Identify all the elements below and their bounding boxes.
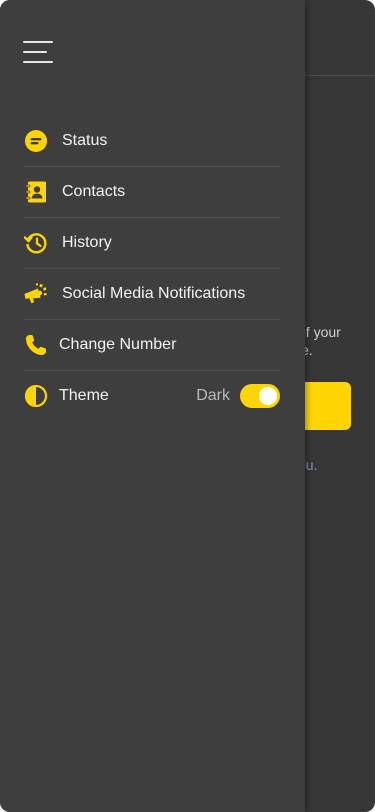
- menu-item-history[interactable]: History: [24, 218, 280, 269]
- menu-item-contacts[interactable]: Contacts: [24, 167, 280, 218]
- history-clock-icon: [24, 231, 48, 255]
- menu-item-status[interactable]: Status: [24, 116, 280, 167]
- hamburger-icon-line: [23, 51, 47, 53]
- megaphone-icon: [24, 282, 48, 306]
- theme-control: Dark: [196, 384, 280, 408]
- menu-item-label: Theme: [59, 387, 109, 404]
- menu-item-label: Social Media Notifications: [62, 285, 246, 302]
- status-icon: [24, 129, 48, 153]
- menu-item-label: Contacts: [62, 183, 126, 200]
- app-screen: of your le. ou. Status Contacts History …: [0, 0, 375, 812]
- contacts-book-icon: [24, 180, 48, 204]
- drawer-menu: Status Contacts History Social Media Not…: [24, 116, 280, 421]
- menu-item-label: History: [62, 234, 112, 251]
- half-circle-theme-icon: [24, 384, 48, 408]
- theme-value-label: Dark: [196, 387, 230, 404]
- menu-item-label: Change Number: [59, 336, 177, 353]
- toggle-knob: [259, 387, 277, 405]
- menu-item-social-media-notifications[interactable]: Social Media Notifications: [24, 269, 280, 320]
- hamburger-icon-line: [23, 61, 53, 63]
- theme-toggle-switch[interactable]: [240, 384, 280, 408]
- phone-icon: [24, 333, 48, 357]
- hamburger-icon-line: [23, 41, 53, 43]
- navigation-drawer: Status Contacts History Social Media Not…: [0, 0, 305, 812]
- menu-item-label: Status: [62, 132, 108, 149]
- hamburger-menu-button[interactable]: [23, 40, 55, 64]
- menu-item-change-number[interactable]: Change Number: [24, 320, 280, 371]
- menu-item-theme: Theme Dark: [24, 371, 280, 421]
